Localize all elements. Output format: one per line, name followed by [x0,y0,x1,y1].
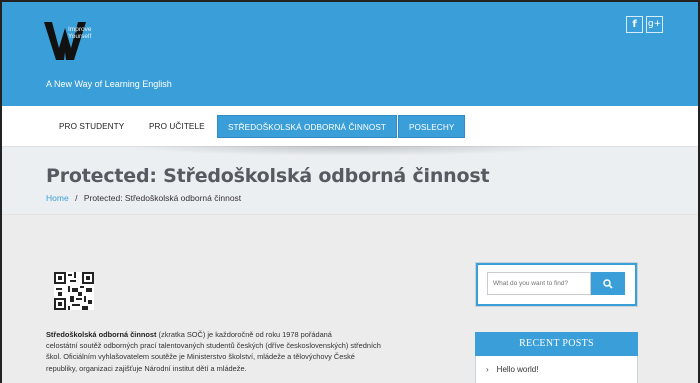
article-body: Středoškolská odborná činnost (zkratka S… [46,329,458,374]
nav-item-poslechy[interactable]: POSLECHY [398,115,466,138]
nav-item-pro-studenty[interactable]: PRO STUDENTY [57,115,126,138]
brand-line-2: Yourself [68,33,92,40]
article-line-1-rest: (zkratka SOČ) je každoročně od roku 1978… [156,330,332,339]
logo-text: Improve Yourself [68,26,91,40]
recent-post-link[interactable]: Hello world! [497,365,539,374]
nav-item-sod[interactable]: STŘEDOŠKOLSKÁ ODBORNÁ ČINNOST [217,115,398,138]
search-button[interactable] [591,272,625,295]
breadcrumb: Home / Protected: Středoškolská odborná … [46,193,241,203]
article-line-2: celostátní soutěž odborných prací talent… [46,341,381,351]
nav-item-pro-ucitele[interactable]: PRO UČITELE [147,115,207,138]
main-nav: PRO STUDENTY PRO UČITELE STŘEDOŠKOLSKÁ O… [2,106,698,146]
article-bold-term: Středoškolská odborná činnost [46,330,157,339]
breadcrumb-current: Protected: Středoškolská odborná činnost [83,193,242,203]
site-tagline: A New Way of Learning English [46,79,172,89]
breadcrumb-separator: / [75,193,78,203]
page-frame: Improve Yourself A New Way of Learning E… [0,0,700,383]
search-input[interactable] [487,272,591,295]
article-line-1: Středoškolská odborná činnost (zkratka S… [46,329,458,340]
recent-post-item[interactable]: › Hello world! [486,365,538,374]
article-line-4: republiky, organizaci zajišťuje Národní … [46,363,247,373]
article-line-3: škol. Oficiálním vyhlašovatelem soutěže … [46,352,355,362]
chevron-right-icon: › [486,365,489,374]
nav-shadow [122,146,572,156]
site-header: Improve Yourself A New Way of Learning E… [2,2,698,106]
qr-code-image [54,272,94,310]
brand-line-1: Improve [68,26,92,33]
recent-posts-title: RECENT POSTS [475,332,638,356]
facebook-icon[interactable]: f [626,16,643,33]
search-icon [603,278,613,289]
breadcrumb-home-link[interactable]: Home [46,193,69,203]
page-title: Protected: Středoškolská odborná činnost [46,165,490,187]
google-plus-icon[interactable]: g+ [646,16,663,33]
